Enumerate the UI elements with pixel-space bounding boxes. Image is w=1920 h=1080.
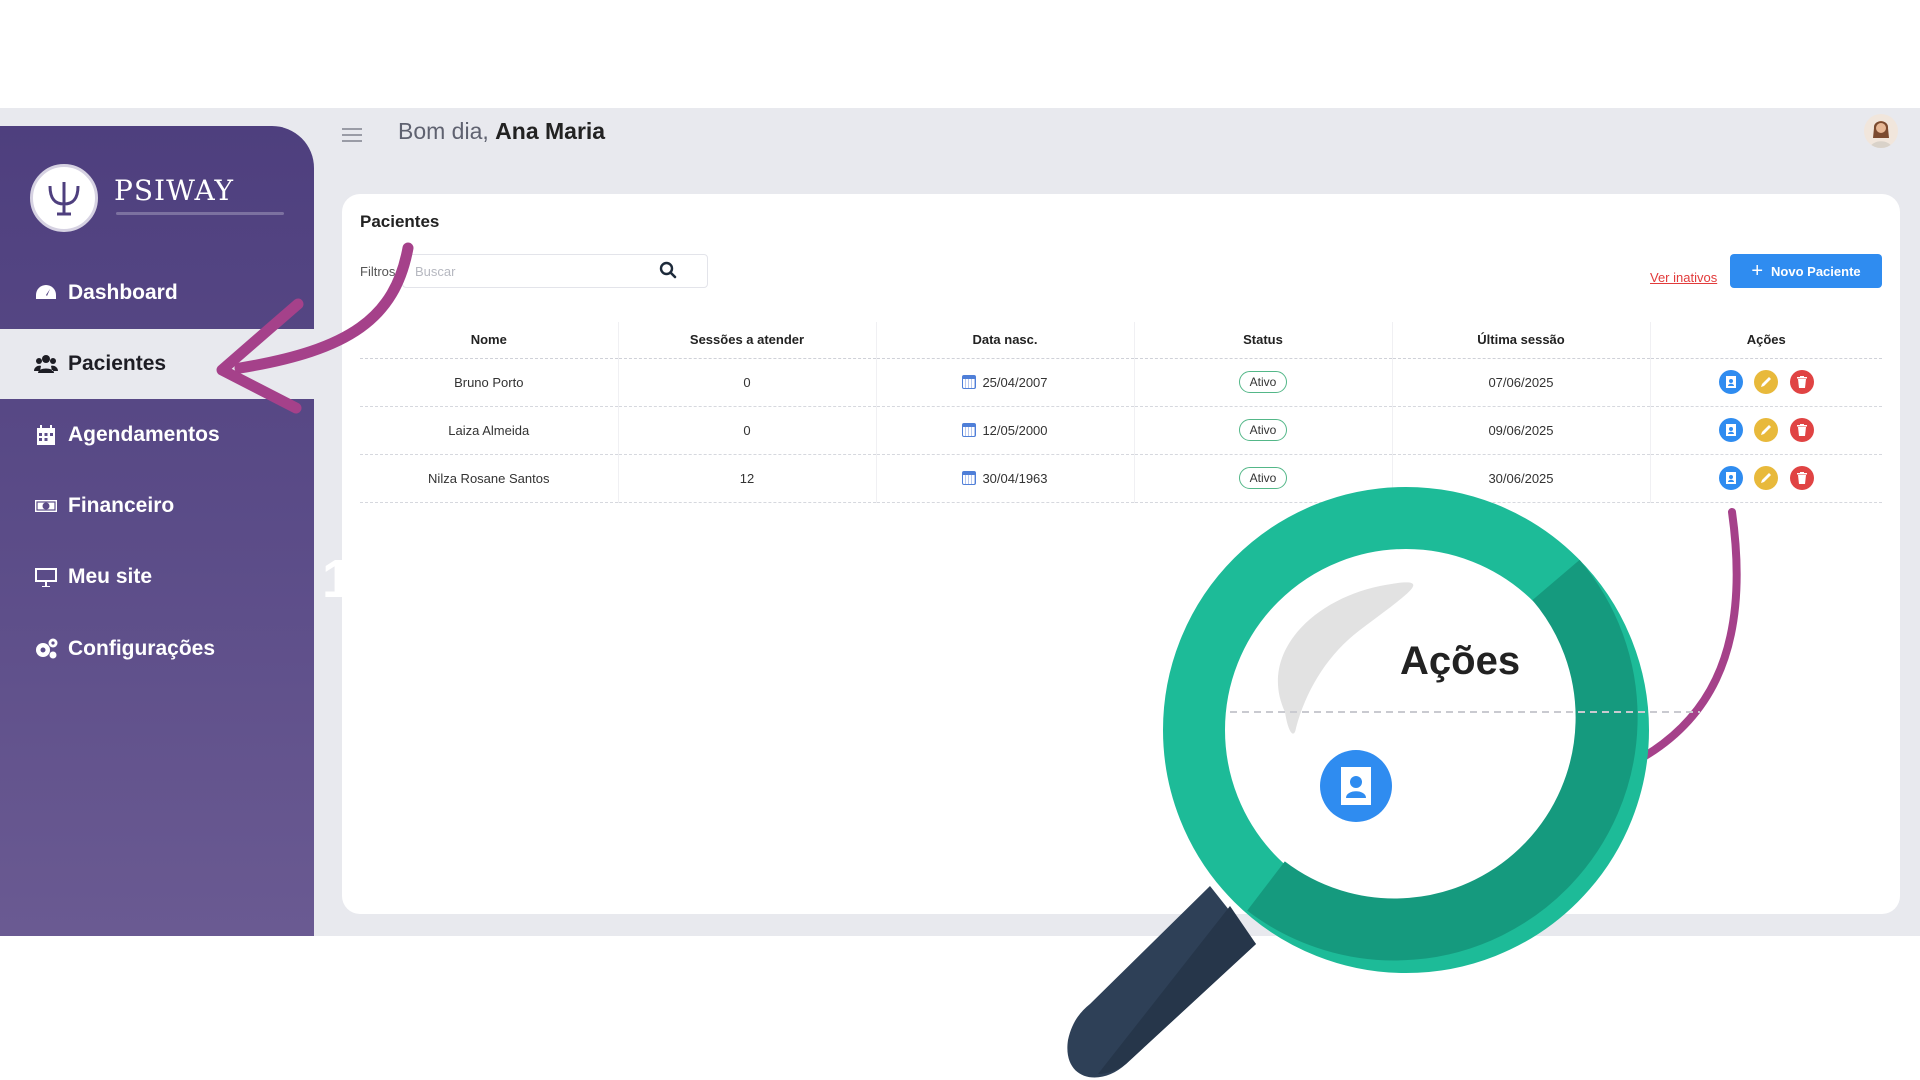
brand-tagline-line bbox=[116, 212, 284, 215]
greeting: Bom dia, Ana Maria bbox=[398, 118, 605, 145]
sessions-count: 12 bbox=[618, 454, 877, 503]
last-session: 30/06/2025 bbox=[1392, 454, 1651, 503]
actions-cell bbox=[1650, 358, 1882, 407]
avatar[interactable] bbox=[1864, 114, 1898, 148]
sidebar-item-label: Dashboard bbox=[68, 281, 178, 304]
monitor-icon bbox=[35, 568, 57, 587]
column-header-actions: Ações bbox=[1650, 322, 1882, 359]
table-row: Laiza Almeida 0 12/05/2000 Ativo 09/06/2… bbox=[360, 406, 1882, 455]
sessions-count: 0 bbox=[618, 406, 877, 455]
sidebar-item-label: Pacientes bbox=[68, 352, 167, 375]
column-header-name[interactable]: Nome bbox=[360, 322, 619, 359]
user-name: Ana Maria bbox=[495, 118, 606, 144]
sidebar-item-label: Agendamentos bbox=[68, 423, 220, 446]
contact-book-icon bbox=[1725, 472, 1736, 484]
sidebar-item-financeiro[interactable]: Financeiro bbox=[0, 471, 314, 541]
sidebar: PSIWAY Dashboard Pacientes Agendamentos … bbox=[0, 126, 314, 936]
sidebar-item-agendamentos[interactable]: Agendamentos bbox=[0, 400, 314, 470]
status-badge: Ativo bbox=[1238, 419, 1288, 441]
step-number: 1 bbox=[322, 549, 353, 609]
patient-record-button[interactable] bbox=[1718, 418, 1743, 442]
sidebar-item-meu-site[interactable]: Meu site bbox=[0, 542, 314, 612]
birth-date-cell: 12/05/2000 bbox=[876, 406, 1135, 455]
hamburger-menu-icon[interactable] bbox=[342, 128, 362, 146]
search-button[interactable] bbox=[656, 258, 680, 282]
patient-name[interactable]: Nilza Rosane Santos bbox=[360, 454, 619, 503]
birth-date: 12/05/2000 bbox=[982, 422, 1048, 438]
search-icon bbox=[659, 261, 677, 279]
sidebar-item-label: Configurações bbox=[68, 637, 216, 660]
money-icon bbox=[35, 500, 57, 512]
edit-button[interactable] bbox=[1754, 466, 1779, 490]
last-session: 07/06/2025 bbox=[1392, 358, 1651, 407]
column-header-birth[interactable]: Data nasc. bbox=[876, 322, 1135, 359]
status-badge: Ativo bbox=[1238, 371, 1288, 393]
pencil-icon bbox=[1761, 473, 1772, 483]
page-title: Pacientes bbox=[360, 212, 440, 231]
sidebar-item-label: Financeiro bbox=[68, 494, 175, 517]
delete-button[interactable] bbox=[1789, 466, 1814, 490]
sidebar-item-label: Meu site bbox=[68, 565, 153, 588]
psi-icon[interactable] bbox=[30, 164, 98, 232]
actions-cell bbox=[1650, 454, 1882, 503]
contact-book-icon bbox=[1725, 424, 1736, 436]
column-header-last-session[interactable]: Última sessão bbox=[1392, 322, 1651, 359]
greeting-text: Bom dia, bbox=[398, 118, 489, 144]
calendar-icon bbox=[962, 422, 977, 437]
edit-button[interactable] bbox=[1754, 418, 1779, 442]
table-header-row: Nome Sessões a atender Data nasc. Status… bbox=[360, 322, 1882, 359]
column-header-status[interactable]: Status bbox=[1134, 322, 1393, 359]
status-badge: Ativo bbox=[1238, 467, 1288, 489]
actions-cell bbox=[1650, 406, 1882, 455]
trash-icon bbox=[1796, 376, 1807, 388]
sidebar-item-dashboard[interactable]: Dashboard bbox=[0, 258, 314, 328]
patient-name[interactable]: Laiza Almeida bbox=[360, 406, 619, 455]
delete-button[interactable] bbox=[1789, 370, 1814, 394]
pencil-icon bbox=[1761, 425, 1772, 435]
sidebar-item-configuracoes[interactable]: Configurações bbox=[0, 614, 314, 684]
status-cell: Ativo bbox=[1134, 358, 1393, 407]
view-inactive-link[interactable]: Ver inativos bbox=[1650, 270, 1717, 285]
gears-icon bbox=[36, 638, 58, 659]
table-row: Nilza Rosane Santos 12 30/04/1963 Ativo … bbox=[360, 454, 1882, 503]
calendar-icon bbox=[37, 425, 55, 445]
birth-date-cell: 25/04/2007 bbox=[876, 358, 1135, 407]
app-window: PSIWAY Dashboard Pacientes Agendamentos … bbox=[0, 108, 1920, 936]
patients-card: Pacientes Filtros Ver inativos + Novo Pa… bbox=[342, 194, 1900, 914]
delete-button[interactable] bbox=[1789, 418, 1814, 442]
new-patient-button[interactable]: + Novo Paciente bbox=[1730, 254, 1882, 288]
table-row: Bruno Porto 0 25/04/2007 Ativo 07/06/202… bbox=[360, 358, 1882, 407]
status-cell: Ativo bbox=[1134, 406, 1393, 455]
status-cell: Ativo bbox=[1134, 454, 1393, 503]
birth-date: 25/04/2007 bbox=[982, 374, 1048, 390]
trash-icon bbox=[1796, 472, 1807, 484]
calendar-icon bbox=[962, 374, 977, 389]
calendar-icon bbox=[962, 470, 977, 485]
sessions-count: 0 bbox=[618, 358, 877, 407]
brand-name: PSIWAY bbox=[114, 174, 235, 207]
pencil-icon bbox=[1761, 377, 1772, 387]
birth-date-cell: 30/04/1963 bbox=[876, 454, 1135, 503]
tutorial-screenshot: PSIWAY Dashboard Pacientes Agendamentos … bbox=[0, 0, 1920, 1080]
patient-name[interactable]: Bruno Porto bbox=[360, 358, 619, 407]
edit-button[interactable] bbox=[1754, 370, 1779, 394]
contact-book-icon bbox=[1725, 376, 1736, 388]
patient-record-button[interactable] bbox=[1718, 466, 1743, 490]
users-icon bbox=[34, 355, 58, 373]
birth-date: 30/04/1963 bbox=[982, 470, 1048, 486]
last-session: 09/06/2025 bbox=[1392, 406, 1651, 455]
patients-table: Nome Sessões a atender Data nasc. Status… bbox=[360, 322, 1882, 503]
dashboard-icon bbox=[36, 285, 56, 299]
trash-icon bbox=[1796, 424, 1807, 436]
column-header-sessions[interactable]: Sessões a atender bbox=[618, 322, 877, 359]
filters-label: Filtros bbox=[360, 264, 396, 279]
plus-icon: + bbox=[1751, 259, 1764, 282]
new-patient-label: Novo Paciente bbox=[1771, 263, 1861, 279]
patient-record-button[interactable] bbox=[1718, 370, 1743, 394]
sidebar-item-pacientes[interactable]: Pacientes bbox=[0, 329, 314, 399]
